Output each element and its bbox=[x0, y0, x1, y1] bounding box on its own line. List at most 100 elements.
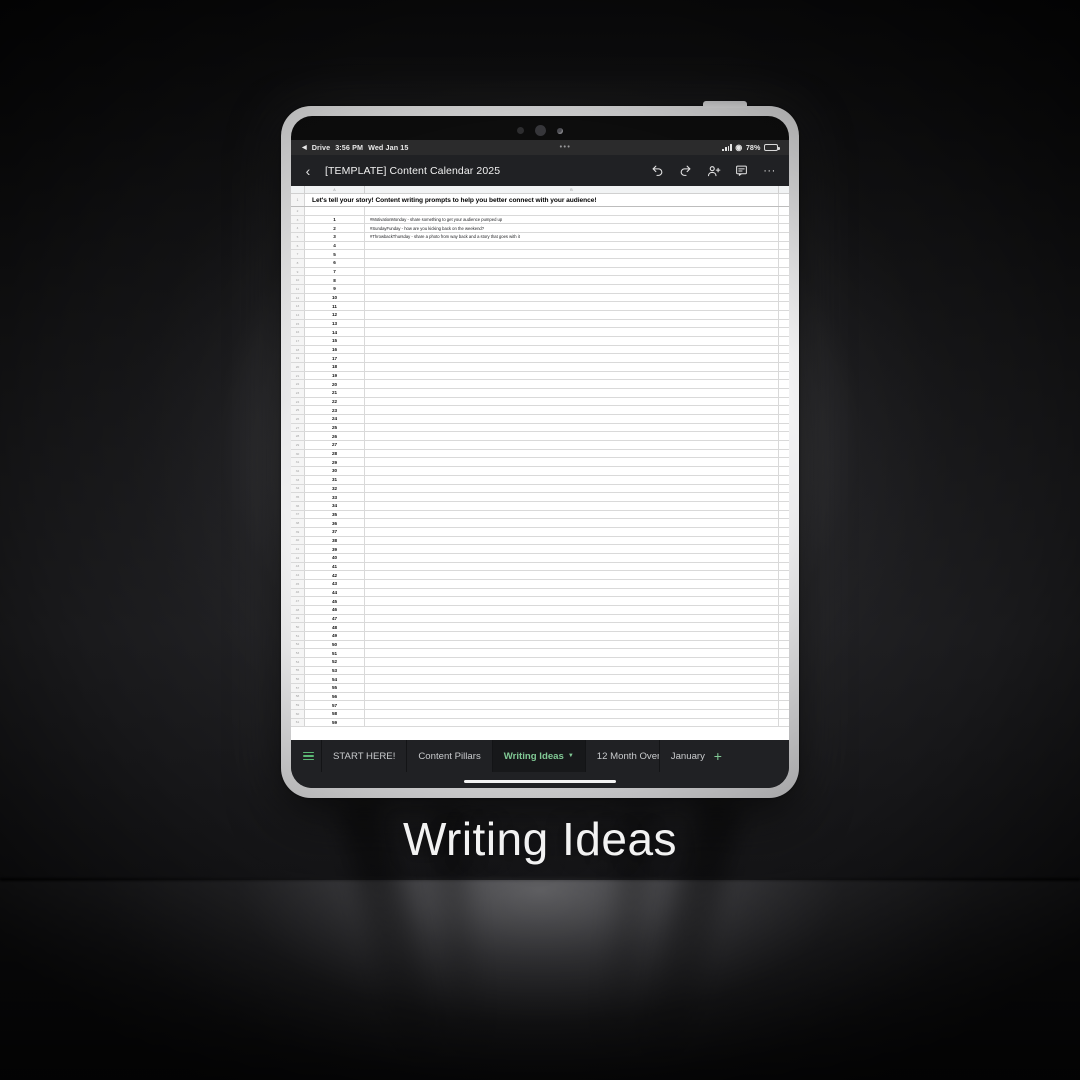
table-row[interactable]: 35 33 bbox=[291, 493, 789, 502]
cell-column-b[interactable] bbox=[365, 449, 779, 458]
row-number[interactable]: 35 bbox=[291, 493, 305, 501]
cell-column-b[interactable] bbox=[365, 588, 779, 597]
cell-column-a[interactable]: 4 bbox=[305, 241, 365, 250]
table-row[interactable]: 57 55 bbox=[291, 683, 789, 693]
row-number[interactable]: 42 bbox=[291, 553, 305, 562]
table-row[interactable]: 16 14 bbox=[291, 328, 789, 338]
table-row[interactable]: 34 32 bbox=[291, 484, 789, 494]
cell-column-b[interactable] bbox=[365, 579, 779, 588]
cell-column-b[interactable]: #ThrowbackThursday - share a photo from … bbox=[365, 233, 779, 241]
cell-column-b[interactable] bbox=[365, 527, 779, 536]
cell-column-a[interactable]: 6 bbox=[305, 259, 365, 267]
cell-column-a[interactable]: 30 bbox=[305, 467, 365, 475]
back-button[interactable]: ‹ bbox=[301, 164, 315, 178]
cell-column-b[interactable] bbox=[365, 545, 779, 553]
cell-column-b[interactable] bbox=[365, 363, 779, 371]
cell-column-b[interactable] bbox=[365, 250, 779, 259]
row-number[interactable]: 11 bbox=[291, 285, 305, 293]
cell-column-b[interactable] bbox=[365, 371, 779, 380]
table-row[interactable]: 59 57 bbox=[291, 701, 789, 710]
cell-column-b[interactable] bbox=[365, 441, 779, 449]
power-button[interactable] bbox=[703, 101, 747, 108]
table-row[interactable]: 21 19 bbox=[291, 371, 789, 381]
table-row[interactable]: 51 49 bbox=[291, 631, 789, 641]
table-row[interactable]: 2 bbox=[291, 207, 789, 216]
cell-column-b[interactable] bbox=[365, 709, 779, 718]
table-row[interactable]: 52 50 bbox=[291, 640, 789, 650]
cell-column-a[interactable]: 47 bbox=[305, 614, 365, 623]
row-number[interactable]: 5 bbox=[291, 233, 305, 241]
cell-column-b[interactable] bbox=[365, 631, 779, 640]
row-number[interactable]: 54 bbox=[291, 657, 305, 666]
sheet-rows[interactable]: 2 3 1 #MotivationMonday - share something t… bbox=[291, 207, 789, 728]
cell-column-a[interactable]: 27 bbox=[305, 441, 365, 449]
cell-column-b[interactable] bbox=[365, 510, 779, 519]
table-row[interactable]: 15 13 bbox=[291, 319, 789, 329]
undo-icon[interactable] bbox=[650, 163, 665, 178]
cell-column-a[interactable]: 9 bbox=[305, 285, 365, 293]
table-row[interactable]: 50 48 bbox=[291, 623, 789, 632]
cell-column-a[interactable]: 54 bbox=[305, 675, 365, 683]
row-number[interactable]: 29 bbox=[291, 441, 305, 449]
table-row[interactable]: 22 20 bbox=[291, 380, 789, 390]
row-number[interactable]: 13 bbox=[291, 302, 305, 311]
cell-column-b[interactable]: #MotivationMonday - share something to g… bbox=[365, 215, 779, 224]
cell-column-a[interactable]: 28 bbox=[305, 449, 365, 458]
cell-column-b[interactable] bbox=[365, 493, 779, 501]
comment-icon[interactable] bbox=[734, 163, 749, 178]
row-number[interactable]: 7 bbox=[291, 250, 305, 259]
table-row[interactable]: 36 34 bbox=[291, 501, 789, 511]
row-number[interactable]: 31 bbox=[291, 458, 305, 467]
cell-column-b[interactable] bbox=[365, 675, 779, 683]
cell-column-a[interactable]: 2 bbox=[305, 224, 365, 233]
column-header-a[interactable]: A bbox=[305, 186, 365, 193]
row-number[interactable]: 38 bbox=[291, 519, 305, 527]
table-row[interactable]: 39 37 bbox=[291, 527, 789, 537]
cell-column-b[interactable] bbox=[365, 406, 779, 415]
table-row[interactable]: 47 45 bbox=[291, 597, 789, 606]
row-number[interactable]: 22 bbox=[291, 380, 305, 389]
cell-column-a[interactable]: 19 bbox=[305, 371, 365, 380]
cell-column-a[interactable]: 52 bbox=[305, 657, 365, 666]
row-number[interactable]: 61 bbox=[291, 718, 305, 727]
table-row[interactable]: 28 26 bbox=[291, 432, 789, 442]
sheet-title-cell[interactable]: Let's tell your story! Content writing p… bbox=[305, 194, 779, 206]
cell-column-b[interactable] bbox=[365, 293, 779, 302]
cell-column-b[interactable] bbox=[365, 328, 779, 337]
table-row[interactable]: 45 43 bbox=[291, 579, 789, 589]
row-number[interactable]: 18 bbox=[291, 345, 305, 354]
cell-column-b[interactable] bbox=[365, 337, 779, 345]
cell-column-b[interactable] bbox=[365, 553, 779, 562]
row-number[interactable]: 43 bbox=[291, 562, 305, 571]
sheet-tab-12-month-over[interactable]: 12 Month Over bbox=[584, 740, 659, 772]
cell-column-b[interactable] bbox=[365, 345, 779, 354]
table-row[interactable]: 32 30 bbox=[291, 467, 789, 476]
sheet-tab-start-here[interactable]: START HERE! bbox=[321, 740, 406, 772]
table-row[interactable]: 42 40 bbox=[291, 553, 789, 563]
row-number[interactable]: 34 bbox=[291, 484, 305, 493]
table-row[interactable]: 53 51 bbox=[291, 649, 789, 658]
cell-column-b[interactable] bbox=[365, 666, 779, 675]
row-number[interactable]: 50 bbox=[291, 623, 305, 631]
spreadsheet-grid[interactable]: A B 1 Let's tell your story! Content wri… bbox=[291, 186, 789, 740]
table-row[interactable]: 58 56 bbox=[291, 692, 789, 702]
cell-column-b[interactable] bbox=[365, 302, 779, 311]
row-number[interactable]: 33 bbox=[291, 475, 305, 484]
table-row[interactable]: 4 2 #SundayFunday - how are you kicking ba… bbox=[291, 224, 789, 234]
cell-column-b[interactable] bbox=[365, 623, 779, 631]
cell-column-a[interactable]: 15 bbox=[305, 337, 365, 345]
cell-column-b[interactable] bbox=[365, 432, 779, 441]
cell-column-b[interactable] bbox=[365, 614, 779, 623]
redo-icon[interactable] bbox=[678, 163, 693, 178]
table-row[interactable]: 56 54 bbox=[291, 675, 789, 684]
row-number[interactable]: 27 bbox=[291, 423, 305, 432]
row-number[interactable]: 59 bbox=[291, 701, 305, 709]
cell-column-b[interactable] bbox=[365, 501, 779, 510]
table-row[interactable]: 11 9 bbox=[291, 285, 789, 294]
row-number[interactable]: 16 bbox=[291, 328, 305, 337]
table-row[interactable]: 40 38 bbox=[291, 536, 789, 546]
cell-column-a[interactable]: 24 bbox=[305, 415, 365, 423]
row-number[interactable]: 51 bbox=[291, 631, 305, 640]
more-options-icon[interactable]: ··· bbox=[762, 163, 777, 178]
cell-column-a[interactable]: 8 bbox=[305, 276, 365, 285]
